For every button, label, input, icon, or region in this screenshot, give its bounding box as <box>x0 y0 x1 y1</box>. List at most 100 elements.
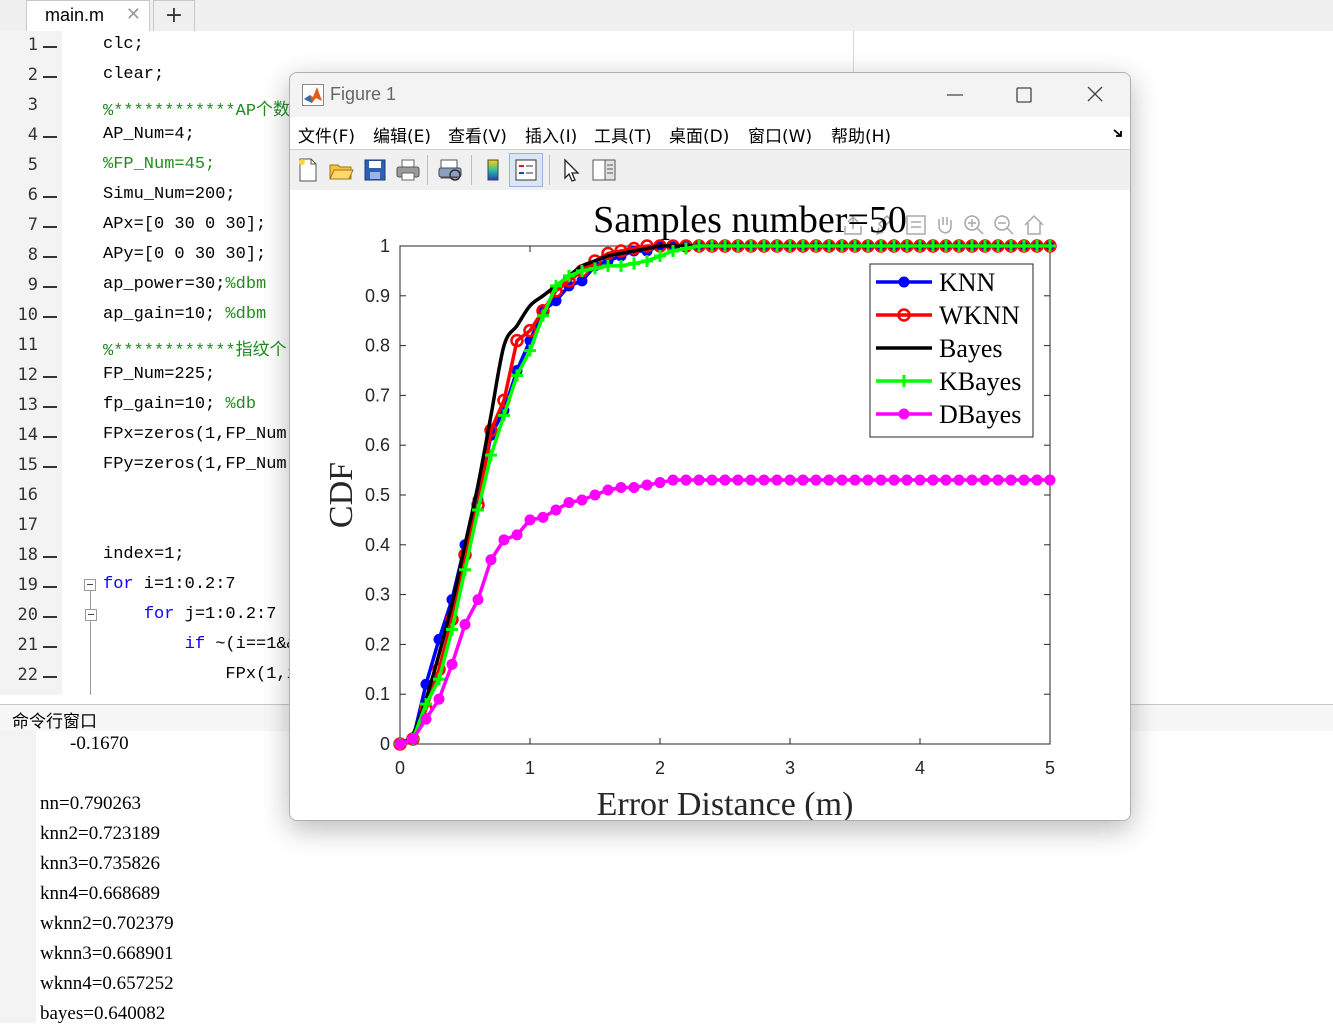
breakpoint-marker[interactable] <box>43 466 57 468</box>
breakpoint-marker[interactable] <box>43 646 57 648</box>
close-tab-icon[interactable]: ✕ <box>126 4 141 25</box>
data-point <box>992 474 1004 486</box>
menu-edit[interactable]: 编辑(E) <box>373 122 431 147</box>
legend-label: DBayes <box>939 400 1021 429</box>
code-text: clear; <box>103 65 165 84</box>
tab-main-m[interactable]: main.m ✕ <box>26 0 150 31</box>
data-point <box>667 474 679 486</box>
line-number: 14 <box>17 425 38 445</box>
cdf-plot[interactable]: Samples number=50 0 1 2 3 4 5 0 0.1 0.2 0.3 0.4 0.5… <box>290 190 1130 821</box>
property-editor-icon[interactable] <box>590 156 618 184</box>
menu-view[interactable]: 查看(V) <box>448 122 507 147</box>
breakpoint-marker[interactable] <box>43 586 57 588</box>
x-tick-label: 4 <box>915 758 925 778</box>
add-tab-button[interactable]: + <box>153 0 195 31</box>
home-icon[interactable] <box>1024 214 1044 235</box>
legend-marker <box>898 276 910 288</box>
code-line[interactable]: %************AP个数 <box>103 95 290 121</box>
code-line[interactable]: AP_Num=4; <box>103 125 195 144</box>
data-point <box>901 474 913 486</box>
code-line[interactable]: APy=[0 0 30 30]; <box>103 245 266 264</box>
breakpoint-marker[interactable] <box>43 46 57 48</box>
code-line[interactable]: index=1; <box>103 545 185 564</box>
breakpoint-marker[interactable] <box>43 136 57 138</box>
data-point <box>602 484 614 496</box>
line-number: 13 <box>17 395 38 415</box>
colorbar-icon[interactable] <box>479 156 507 184</box>
code-line[interactable]: FP_Num=225; <box>103 365 215 384</box>
x-tick-label: 0 <box>395 758 405 778</box>
breakpoint-marker[interactable] <box>43 286 57 288</box>
code-line[interactable]: APx=[0 30 0 30]; <box>103 215 266 234</box>
zoom-out-icon[interactable] <box>994 215 1014 235</box>
data-point <box>823 474 835 486</box>
breakpoint-marker[interactable] <box>43 256 57 258</box>
minimize-button[interactable] <box>940 81 970 109</box>
code-comment: %dbm <box>225 305 267 324</box>
figure-canvas[interactable]: Samples number=50 0 1 2 3 4 5 0 0.1 0.2 0.3 0.4 0.5… <box>290 190 1130 821</box>
figure-toolbar <box>290 149 1130 191</box>
code-keyword: for <box>103 575 134 594</box>
figure-title-bar[interactable]: Figure 1 <box>290 73 1130 117</box>
code-line[interactable]: clear; <box>103 65 164 84</box>
breakpoint-marker[interactable] <box>43 616 57 618</box>
data-point <box>758 474 770 486</box>
breakpoint-marker[interactable] <box>43 556 57 558</box>
command-output-line: bayes=0.640082 <box>40 1003 166 1024</box>
maximize-button[interactable] <box>1009 81 1039 109</box>
code-line[interactable]: fp_gain=10; %db <box>103 395 256 414</box>
figure-title: Figure 1 <box>330 84 397 104</box>
code-line[interactable]: ap_power=30;%dbm <box>103 275 266 294</box>
breakpoint-marker[interactable] <box>43 316 57 318</box>
menu-file[interactable]: 文件(F) <box>298 122 355 147</box>
code-line[interactable]: FPx(1,i <box>103 665 296 684</box>
breakpoint-marker[interactable] <box>43 226 57 228</box>
breakpoint-marker[interactable] <box>43 676 57 678</box>
line-number: 9 <box>27 275 38 295</box>
y-tick-label: 0.7 <box>365 385 390 405</box>
code-line[interactable]: %FP_Num=45; <box>103 155 215 174</box>
legend-button[interactable] <box>509 153 543 187</box>
menu-insert[interactable]: 插入(I) <box>525 122 577 147</box>
fold-toggle-icon[interactable] <box>84 579 96 591</box>
data-point <box>719 474 731 486</box>
breakpoint-marker[interactable] <box>43 406 57 408</box>
print-preview-icon[interactable] <box>436 156 464 184</box>
print-icon[interactable] <box>394 156 422 184</box>
legend[interactable]: KNN WKNN Bayes KBayes DBayes <box>869 263 1034 438</box>
code-line[interactable]: if ~(i==1&& <box>103 635 297 654</box>
code-line[interactable]: FPy=zeros(1,FP_Num) <box>103 455 297 474</box>
code-line[interactable]: Simu_Num=200; <box>103 185 236 204</box>
menu-desktop[interactable]: 桌面(D) <box>669 122 729 147</box>
code-line[interactable]: FPx=zeros(1,FP_Num) <box>103 425 297 444</box>
fold-toggle-icon[interactable] <box>85 609 97 621</box>
legend-icon <box>515 159 537 181</box>
close-button[interactable] <box>1080 81 1110 109</box>
figure-window[interactable]: Figure 1 文件(F) 编辑(E) 查看(V) 插入(I) 工具(T) 桌… <box>289 72 1131 821</box>
code-line[interactable]: %************指纹个 <box>103 335 287 361</box>
code-keyword: if <box>184 635 206 654</box>
datatip-icon[interactable] <box>906 215 926 235</box>
breakpoint-marker[interactable] <box>43 196 57 198</box>
breakpoint-marker[interactable] <box>43 376 57 378</box>
menu-window[interactable]: 窗口(W) <box>748 122 812 147</box>
line-number: 11 <box>17 335 38 355</box>
code-line[interactable]: clc; <box>103 35 144 54</box>
new-file-icon[interactable] <box>294 156 322 184</box>
dock-arrow-icon[interactable] <box>1112 127 1124 139</box>
pointer-icon[interactable] <box>557 156 585 184</box>
breakpoint-marker[interactable] <box>43 76 57 78</box>
zoom-in-icon[interactable] <box>964 215 984 235</box>
code-line[interactable]: for i=1:0.2:7 <box>103 575 236 594</box>
menu-help[interactable]: 帮助(H) <box>831 122 891 147</box>
pan-icon[interactable] <box>938 217 952 234</box>
code-line[interactable]: for j=1:0.2:7 <box>103 605 277 624</box>
code-line[interactable]: ap_gain=10; %dbm <box>103 305 266 324</box>
menu-tools[interactable]: 工具(T) <box>594 122 652 147</box>
breakpoint-marker[interactable] <box>43 436 57 438</box>
open-file-icon[interactable] <box>327 156 355 184</box>
code-comment: %db <box>225 395 257 414</box>
data-point <box>1044 474 1056 486</box>
save-icon[interactable] <box>361 156 389 184</box>
